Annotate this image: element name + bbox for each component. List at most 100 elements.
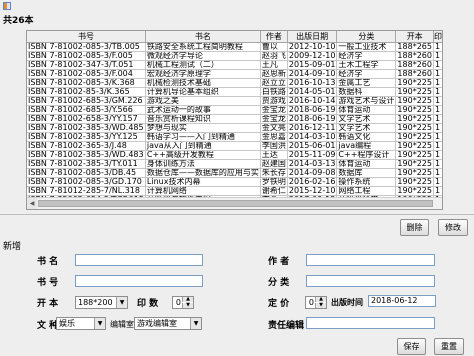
table-row[interactable]: ISBN 7-81002-085-3/GD.170 Linux技术内幕 罗铁明 201… <box>27 177 442 187</box>
table-cell[interactable]: 音乐赏析课程知识 <box>145 114 261 124</box>
table-row[interactable]: ISBN 7-81012-285-7/NL.318 计算机网络 谢希仁 2015-12… <box>27 186 442 196</box>
table-cell[interactable]: 王凡 <box>260 60 288 70</box>
publish-date-input[interactable]: 2018-06-12 <box>368 295 436 307</box>
table-cell[interactable]: 体育运动 <box>336 159 397 169</box>
table-cell[interactable]: 190*225 <box>395 87 434 97</box>
table-row[interactable]: ISBN 7-81002-385-3/YY.125 韩语学习——入门到精通 金思嘉 2… <box>27 132 442 142</box>
table-row[interactable]: ISBN 7-81002-658-3/YY.157 音乐赏析课程知识 金宝龙 2018… <box>27 114 442 124</box>
table-cell[interactable]: 1 <box>433 123 442 133</box>
table-cell[interactable]: 1 <box>433 96 442 106</box>
table-cell[interactable]: 经济学 <box>336 51 397 61</box>
table-cell[interactable]: 经济学 <box>336 69 397 79</box>
table-cell[interactable]: 计算机导论基本组织 <box>145 87 261 97</box>
table-cell[interactable]: 1 <box>433 141 442 151</box>
price-spinner[interactable]: 0 ▲ ▼ <box>305 296 327 309</box>
editor-room-combo[interactable]: 游戏编辑室 ▼ <box>134 317 202 330</box>
table-cell[interactable]: 2012-10-10 <box>287 42 338 52</box>
table-cell[interactable]: ISBN 7-81002-085-3/K.368 <box>27 78 146 88</box>
books-table[interactable]: 书号 书名 作者 出版日期 分类 开本印 ISBN 7-81002-085-3/TB.00… <box>26 30 443 210</box>
isbn-input[interactable] <box>75 275 203 287</box>
table-cell[interactable]: 赵立立 <box>260 78 288 88</box>
scroll-left-arrow-icon[interactable]: ◀ <box>27 198 37 209</box>
table-cell[interactable]: 190*225 <box>395 141 434 151</box>
table-cell[interactable]: 190*225 <box>395 150 434 160</box>
table-cell[interactable]: java编程 <box>336 141 397 151</box>
table-cell[interactable]: 2015-12-10 <box>287 186 338 196</box>
table-cell[interactable]: 数据仓库——数据库的应用与实 <box>145 168 261 178</box>
table-cell[interactable]: 体育运动 <box>336 105 397 115</box>
title-input[interactable] <box>75 254 203 266</box>
table-cell[interactable]: 计算机网络 <box>145 186 261 196</box>
table-cell[interactable]: ISBN 7-81002-347-3/T.051 <box>27 60 146 70</box>
table-row[interactable]: ISBN 7-81002-685-3/Y.566 武术运动一的故事 金宝龙 2018-… <box>27 105 442 115</box>
table-cell[interactable]: 188*260 <box>395 60 434 70</box>
table-cell[interactable]: 1 <box>433 42 442 52</box>
table-cell[interactable]: 2014-09-08 <box>287 168 338 178</box>
table-cell[interactable]: 2014-03-13 <box>287 159 338 169</box>
table-cell[interactable]: ISBN 7-81002-085-3/DB.45 <box>27 168 146 178</box>
table-cell[interactable]: 190*225 <box>395 105 434 115</box>
table-cell[interactable]: 1 <box>433 87 442 97</box>
column-header[interactable]: 书名 <box>145 31 261 43</box>
table-cell[interactable]: 188*265 <box>395 42 434 52</box>
table-cell[interactable]: 2016-12-11 <box>287 123 338 133</box>
table-cell[interactable]: 金宝龙 <box>260 105 288 115</box>
table-cell[interactable]: 190*225 <box>395 186 434 196</box>
table-cell[interactable]: 190*225 <box>395 159 434 169</box>
table-cell[interactable]: 2018-06-19 <box>287 105 338 115</box>
author-input[interactable] <box>306 254 435 266</box>
table-cell[interactable]: ISBN 7-81002-685-3/GM.226 <box>27 96 146 106</box>
table-cell[interactable]: 韩语文化 <box>336 132 397 142</box>
table-cell[interactable]: 188*260 <box>395 51 434 61</box>
table-cell[interactable]: java从入门到精通 <box>145 141 261 151</box>
table-cell[interactable]: 文学艺术 <box>336 114 397 124</box>
table-cell[interactable]: 2016-10-13 <box>287 78 338 88</box>
genre-combo[interactable]: 娱乐 ▼ <box>56 317 106 330</box>
table-cell[interactable]: 2014-05-01 <box>287 87 338 97</box>
table-cell[interactable]: C++高级开发教程 <box>145 150 261 160</box>
table-cell[interactable]: 1 <box>433 114 442 124</box>
table-cell[interactable]: 赵羽飞 <box>260 51 288 61</box>
table-cell[interactable]: 190*225 <box>395 96 434 106</box>
table-cell[interactable]: 武术运动一的故事 <box>145 105 261 115</box>
editor-input[interactable] <box>306 317 435 329</box>
print-count-spinner[interactable]: 0 ▲ ▼ <box>172 296 194 309</box>
modify-button[interactable]: 修改 <box>438 219 468 236</box>
table-cell[interactable]: 1 <box>433 60 442 70</box>
column-header[interactable]: 作者 <box>260 31 288 43</box>
table-cell[interactable]: 2014-09-10 <box>287 69 338 79</box>
column-header[interactable]: 分类 <box>336 31 397 43</box>
table-cell[interactable]: 1 <box>433 168 442 178</box>
table-cell[interactable]: 2015-09-01 <box>287 60 338 70</box>
column-header[interactable]: 出版日期 <box>287 31 338 43</box>
table-cell[interactable]: 土木工程学 <box>336 60 397 70</box>
table-cell[interactable]: 190*225 <box>395 78 434 88</box>
table-cell[interactable]: 微观经济学导论 <box>145 51 261 61</box>
table-row[interactable]: ISBN 7-81002-385-3/WD.485 梦想与现实 金文亮 2016-12… <box>27 123 442 133</box>
table-row[interactable]: ISBN 7-81002-085-3/F.005 微观经济学导论 赵羽飞 2009-1… <box>27 51 442 61</box>
table-cell[interactable]: 190*225 <box>395 132 434 142</box>
table-row[interactable]: ISBN 7-81002-085-3/K.368 机械检测技术基础 赵立立 2016-… <box>27 78 442 88</box>
table-row[interactable]: ISBN 7-81002-85-3/K.365 计算机导论基本组织 白铁路 2014-… <box>27 87 442 97</box>
table-cell[interactable]: ISBN 7-81002-085-3/F.005 <box>27 51 146 61</box>
table-cell[interactable]: 数据库 <box>336 168 397 178</box>
table-row[interactable]: ISBN 7-81002-085-3/DB.45 数据仓库——数据库的应用与实 朱长… <box>27 168 442 178</box>
table-cell[interactable]: 金宝龙 <box>260 114 288 124</box>
table-cell[interactable]: 1 <box>433 78 442 88</box>
table-row[interactable]: ISBN 7-81002-365-3/J.48 java从入门到精通 李国洪 2015… <box>27 141 442 151</box>
table-cell[interactable]: 金文亮 <box>260 123 288 133</box>
table-cell[interactable]: 2015-11-09 <box>287 150 338 160</box>
spinner-down-icon[interactable]: ▼ <box>315 303 326 308</box>
table-cell[interactable]: 2014-03-10 <box>287 132 338 142</box>
chevron-down-icon[interactable]: ▼ <box>94 318 105 329</box>
column-header[interactable]: 书号 <box>27 31 146 43</box>
table-cell[interactable]: 1 <box>433 150 442 160</box>
table-cell[interactable]: ISBN 7-81002-385-3/WD.483 <box>27 150 146 160</box>
table-cell[interactable]: 1 <box>433 132 442 142</box>
table-cell[interactable]: 190*225 <box>395 177 434 187</box>
table-cell[interactable]: 游戏艺术与设计 <box>336 96 397 106</box>
table-row[interactable]: ISBN 7-81002-385-3/WD.483 C++高级开发教程 王达 2015… <box>27 150 442 160</box>
table-cell[interactable]: 2009-12-10 <box>287 51 338 61</box>
table-cell[interactable]: 1 <box>433 69 442 79</box>
table-cell[interactable]: 1 <box>433 51 442 61</box>
